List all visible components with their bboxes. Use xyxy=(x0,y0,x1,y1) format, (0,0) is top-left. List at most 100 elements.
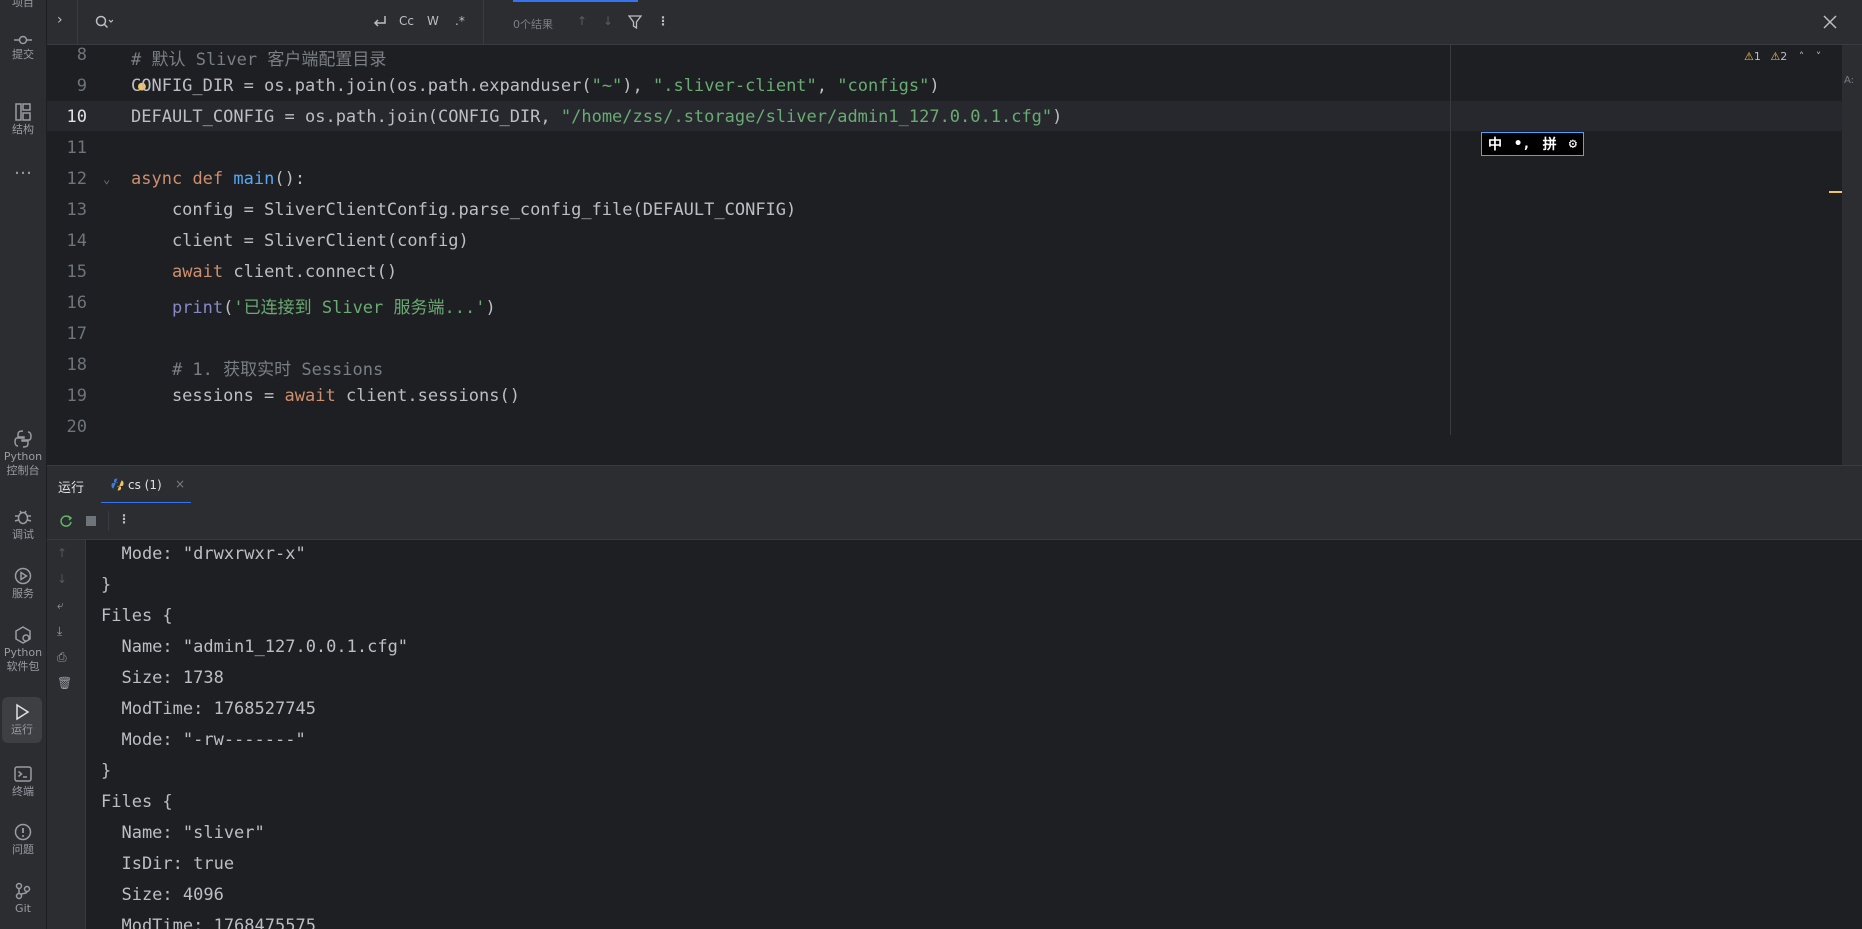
ime-chinese-toggle[interactable]: 中 xyxy=(1488,134,1502,154)
tool-git[interactable]: Git xyxy=(0,882,46,916)
expand-replace-chevron-icon[interactable]: › xyxy=(57,12,63,28)
debug-icon xyxy=(14,510,32,525)
git-icon xyxy=(15,882,31,900)
more-options-icon[interactable]: ⋮ xyxy=(118,512,130,526)
chevron-up-icon[interactable]: ˄ xyxy=(1799,50,1805,63)
tool-python-console[interactable]: Python 控制台 xyxy=(0,430,46,478)
console-line: Name: "admin1_127.0.0.1.cfg" xyxy=(101,637,409,657)
console-line: Name: "sliver" xyxy=(101,823,265,843)
run-tab[interactable]: cs (1) × xyxy=(101,466,191,504)
divider xyxy=(108,511,109,531)
tool-structure[interactable]: 结构 xyxy=(0,103,46,137)
console-line: } xyxy=(101,761,112,781)
more-options-icon[interactable]: ⋮ xyxy=(657,14,669,28)
tool-project-label: 项目 xyxy=(12,0,34,9)
warning-icon: ⚠ xyxy=(1744,50,1754,63)
tool-problems-label: 问题 xyxy=(12,843,34,856)
code-line: client = SliverClient(config) xyxy=(131,231,469,251)
python-icon xyxy=(111,478,124,491)
line-number: 18 xyxy=(66,355,87,375)
tool-problems[interactable]: 问题 xyxy=(0,823,46,857)
code-editor[interactable]: 8 9 10 11 12 13 14 15 16 17 18 19 20 ⌄ ●… xyxy=(47,45,1842,437)
previous-occurrence-arrow-up-icon[interactable]: ↑ xyxy=(577,14,587,28)
arrow-down-icon[interactable]: ↓ xyxy=(57,572,67,586)
warning-count: 1 xyxy=(1753,50,1761,63)
arrow-up-icon[interactable]: ↑ xyxy=(57,546,67,560)
line-number: 12 xyxy=(66,169,87,189)
problems-icon xyxy=(14,823,32,841)
console-line: Files { xyxy=(101,606,173,626)
run-tab-label: cs (1) xyxy=(128,478,162,492)
services-icon xyxy=(14,567,32,585)
tool-run[interactable]: 运行 xyxy=(2,697,42,743)
console-line: Files { xyxy=(101,792,173,812)
console-line: Mode: "-rw-------" xyxy=(101,730,306,750)
more-tools-button[interactable]: … xyxy=(0,160,46,178)
code-line: sessions = await client.sessions() xyxy=(131,386,520,406)
code-line: config = SliverClientConfig.parse_config… xyxy=(131,200,797,220)
search-icon[interactable] xyxy=(95,15,113,29)
console-line: ModTime: 1768475575 xyxy=(101,916,316,929)
filter-icon[interactable] xyxy=(628,15,642,29)
ime-toolbar[interactable]: 中 •, 拼 ⚙ xyxy=(1481,132,1584,156)
stop-icon[interactable] xyxy=(86,516,96,526)
left-tool-window-bar: 项目 提交 结构 … Python 控制台 调试 服务 Python 软件包 运… xyxy=(0,0,47,929)
match-case-toggle[interactable]: Cc xyxy=(399,14,414,28)
console-line: Size: 1738 xyxy=(101,668,224,688)
console-line: ModTime: 1768527745 xyxy=(101,699,316,719)
tool-python-packages[interactable]: Python 软件包 xyxy=(0,626,46,674)
terminal-icon xyxy=(14,766,32,782)
run-panel-header: 运行 cs (1) × xyxy=(47,465,1862,504)
tool-run-label: 运行 xyxy=(11,723,33,736)
tool-debug-label: 调试 xyxy=(12,528,34,541)
trash-icon[interactable]: 🗑 xyxy=(57,676,72,690)
fold-chevron-icon[interactable]: ⌄ xyxy=(103,172,110,186)
line-number: 16 xyxy=(66,293,87,313)
console-output[interactable]: Mode: "drwxrwxr-x" } Files { Name: "admi… xyxy=(86,540,1862,929)
tool-debug[interactable]: 调试 xyxy=(0,508,46,542)
line-number: 14 xyxy=(66,231,87,251)
python-packages-icon xyxy=(15,626,31,644)
line-number: 11 xyxy=(66,138,87,158)
next-occurrence-arrow-down-icon[interactable]: ↓ xyxy=(603,14,613,28)
regex-toggle[interactable]: .* xyxy=(455,14,465,28)
code-line: # 默认 Sliver 客户端配置目录 xyxy=(131,50,387,70)
soft-wrap-icon[interactable]: ⤶ xyxy=(57,598,64,613)
scroll-marker xyxy=(1829,191,1842,193)
code-line: async def main(): xyxy=(131,169,306,189)
console-line: IsDir: true xyxy=(101,854,235,874)
more-icon: … xyxy=(14,158,32,179)
ime-punctuation-toggle[interactable]: •, xyxy=(1514,136,1531,152)
tool-services-label: 服务 xyxy=(12,587,34,600)
ime-pinyin-toggle[interactable]: 拼 xyxy=(1543,134,1557,154)
print-icon[interactable]: ⎙ xyxy=(57,650,67,665)
scroll-to-end-icon[interactable]: ⤓ xyxy=(57,624,62,639)
weak-warning-count: 2 xyxy=(1780,50,1788,63)
rerun-icon[interactable] xyxy=(59,514,73,528)
chevron-down-icon[interactable]: ˅ xyxy=(1816,50,1822,63)
line-number: 13 xyxy=(66,200,87,220)
weak-warning-icon: ⚠ xyxy=(1770,50,1781,63)
words-toggle[interactable]: W xyxy=(427,14,439,28)
right-margin-guide xyxy=(1450,45,1451,435)
search-input[interactable] xyxy=(119,10,353,34)
ime-settings-gear-icon[interactable]: ⚙ xyxy=(1569,136,1577,152)
progress-indicator xyxy=(513,0,638,2)
close-icon[interactable] xyxy=(1823,15,1837,29)
tool-commit[interactable]: 提交 xyxy=(0,34,46,62)
find-bar: › Cc W .* 0个结果 ↑ ↓ ⋮ xyxy=(47,0,1862,45)
run-panel-title: 运行 xyxy=(58,481,85,496)
close-tab-icon[interactable]: × xyxy=(175,477,185,491)
tool-project[interactable]: 项目 xyxy=(0,0,46,10)
line-number: 20 xyxy=(66,417,87,437)
new-line-icon[interactable] xyxy=(372,15,388,29)
results-count: 0个结果 xyxy=(513,18,553,31)
console-side-toolbar: ↑ ↓ ⤶ ⤓ ⎙ 🗑 xyxy=(47,540,86,929)
tool-terminal[interactable]: 终端 xyxy=(0,765,46,799)
inspection-widget[interactable]: ⚠1 ⚠2 ˄ ˅ xyxy=(1744,50,1821,63)
code-line: DEFAULT_CONFIG = os.path.join(CONFIG_DIR… xyxy=(131,107,1063,127)
tool-commit-label: 提交 xyxy=(12,48,34,61)
line-number: 17 xyxy=(66,324,87,344)
tool-services[interactable]: 服务 xyxy=(0,567,46,601)
console-line: } xyxy=(101,575,112,595)
